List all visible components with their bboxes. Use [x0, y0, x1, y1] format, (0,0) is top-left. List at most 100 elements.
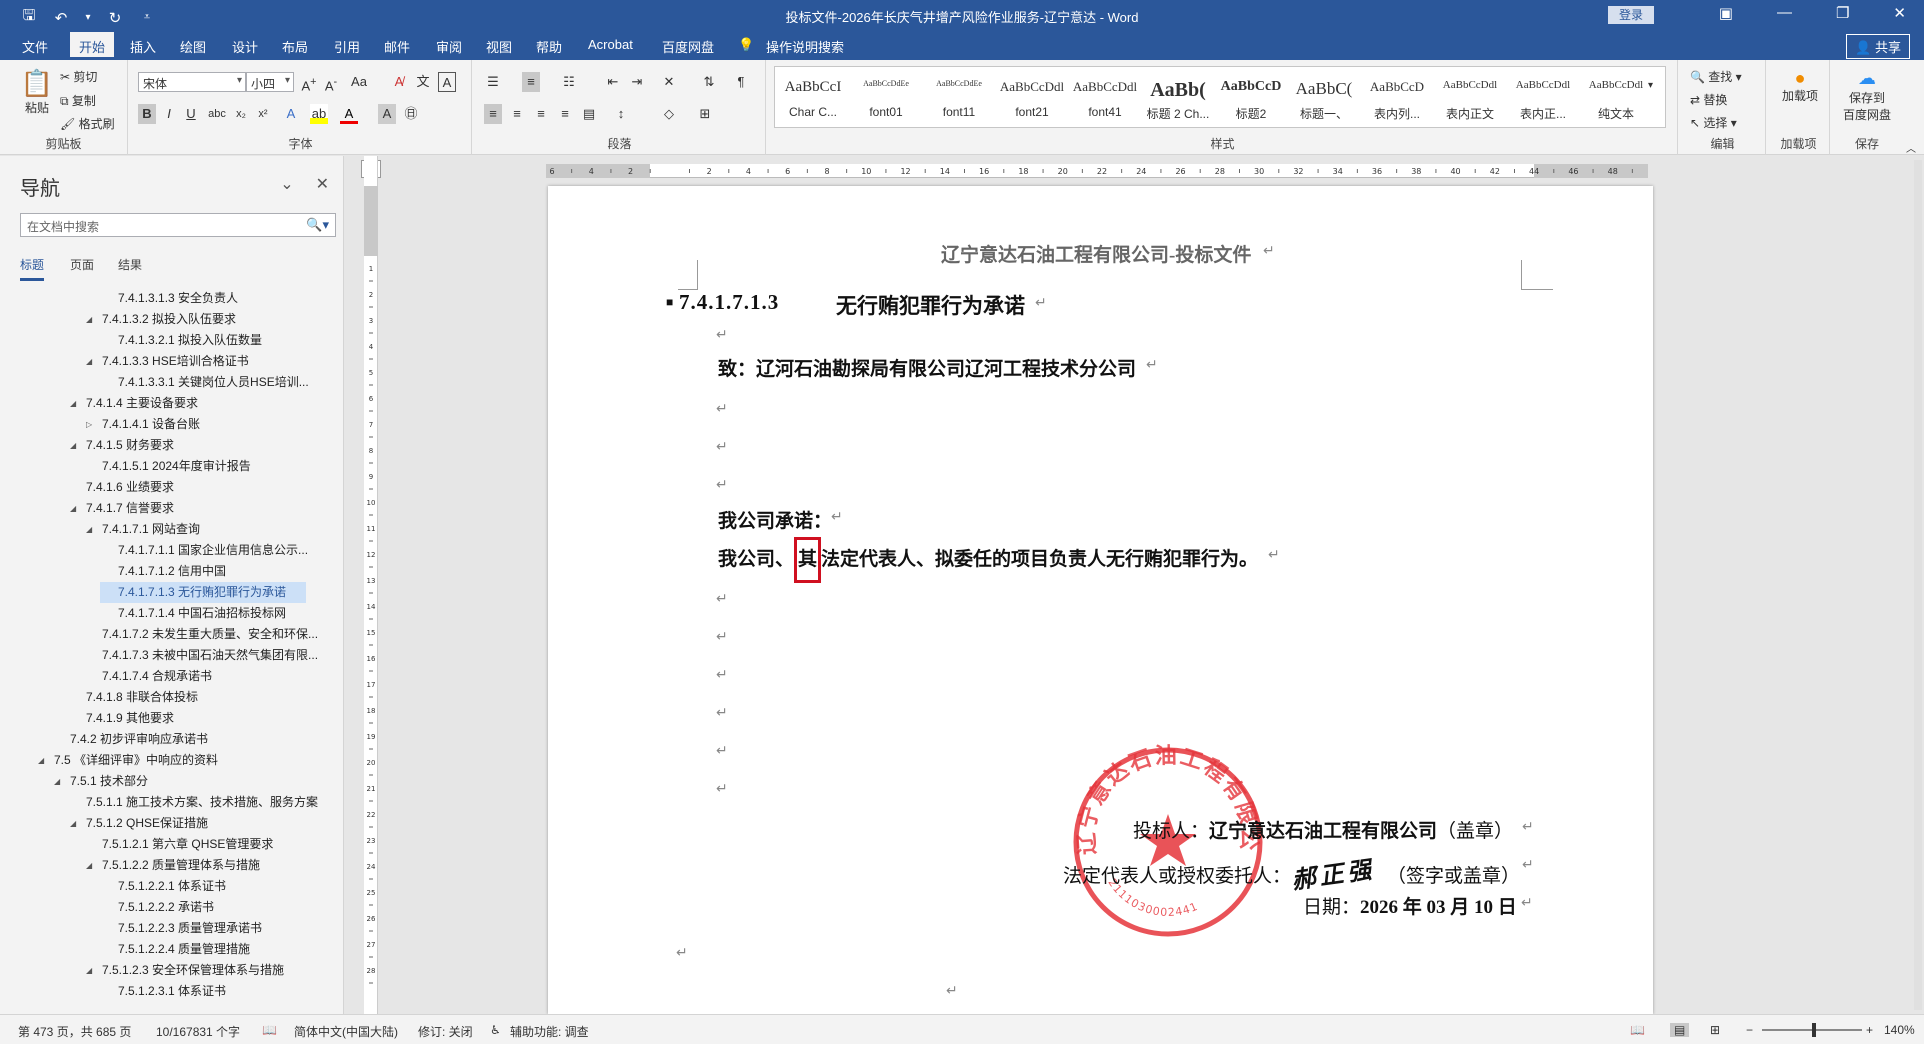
sort-icon[interactable]: ⇅ — [700, 72, 718, 92]
align-center-icon[interactable]: ≡ — [508, 104, 526, 124]
format-painter-button[interactable]: 🖌 格式刷 — [60, 115, 115, 132]
close-icon[interactable]: ✕ — [1893, 4, 1906, 22]
nav-heading-item[interactable]: ◢ 7.4.1.3.3 HSE培训合格证书 — [84, 351, 249, 372]
track-changes[interactable]: 修订: 关闭 — [418, 1023, 473, 1040]
multilevel-list-icon[interactable]: ☷ — [560, 72, 578, 92]
nav-heading-item[interactable]: 7.5.1.2.3.1 体系证书 — [100, 981, 226, 1002]
collapse-arrow-icon[interactable]: ◢ — [86, 309, 92, 330]
print-layout-icon[interactable]: ▤ — [1670, 1023, 1690, 1037]
align-left-icon[interactable]: ≡ — [484, 104, 502, 124]
nav-heading-item[interactable]: 7.4.1.7.4 合规承诺书 — [84, 666, 212, 687]
tab-acrobat[interactable]: Acrobat — [588, 37, 633, 52]
collapse-arrow-icon[interactable]: ◢ — [86, 351, 92, 372]
nav-heading-item[interactable]: 7.5.1.2.2.4 质量管理措施 — [100, 939, 250, 960]
enclose-char-icon[interactable]: ㊐ — [402, 104, 420, 124]
nav-heading-item[interactable]: ◢ 7.4.1.7 信誉要求 — [68, 498, 174, 519]
tab-draw[interactable]: 绘图 — [180, 37, 206, 56]
tab-home[interactable]: 开始 — [70, 32, 115, 60]
font-size-combo[interactable]: 小四 — [246, 72, 294, 92]
doc-scrollbar[interactable] — [1914, 160, 1922, 1010]
addins-button[interactable]: ● 加载项 — [1782, 68, 1818, 103]
accessibility-status[interactable]: 辅助功能: 调查 — [510, 1023, 589, 1040]
nav-scrollbar[interactable] — [323, 288, 333, 1008]
numbering-icon[interactable]: ≡ — [522, 72, 540, 92]
tab-layout[interactable]: 布局 — [282, 37, 308, 56]
bold-icon[interactable]: B — [138, 104, 156, 124]
close-nav-icon[interactable]: ✕ — [316, 174, 329, 194]
style-item[interactable]: AaBb(标题 2 Ch... — [1142, 67, 1214, 127]
nav-heading-item[interactable]: 7.4.1.7.1.1 国家企业信用信息公示... — [100, 540, 308, 561]
restore-icon[interactable]: ❐ — [1836, 4, 1849, 22]
nav-heading-item[interactable]: ◢ 7.4.1.5 财务要求 — [68, 435, 174, 456]
tab-mailings[interactable]: 邮件 — [384, 37, 410, 56]
char-shading-icon[interactable]: A — [378, 104, 396, 124]
nav-heading-item[interactable]: 7.4.1.8 非联合体投标 — [68, 687, 198, 708]
tab-help[interactable]: 帮助 — [536, 37, 562, 56]
collapse-arrow-icon[interactable]: ◢ — [86, 519, 92, 540]
tab-review[interactable]: 审阅 — [436, 37, 462, 56]
paste-button[interactable]: 📋 粘贴 — [20, 68, 54, 116]
increase-indent-icon[interactable]: ⇥ — [628, 72, 646, 92]
style-item[interactable]: AaBbCcDdl font21 — [996, 67, 1068, 127]
nav-heading-item[interactable]: 7.4.1.9 其他要求 — [68, 708, 174, 729]
save-baidu-button[interactable]: ☁ 保存到 百度网盘 — [1836, 68, 1898, 123]
nav-heading-item[interactable]: ◢ 7.4.1.4 主要设备要求 — [68, 393, 198, 414]
align-right-icon[interactable]: ≡ — [532, 104, 550, 124]
collapse-arrow-icon[interactable]: ◢ — [54, 771, 60, 792]
find-button[interactable]: 🔍 查找 ▾ — [1690, 68, 1742, 85]
nav-heading-item[interactable]: 7.4.1.5.1 2024年度审计报告 — [84, 456, 251, 477]
nav-heading-item[interactable]: ◢ 7.4.1.7.1 网站查询 — [84, 519, 200, 540]
tell-me-search[interactable]: 操作说明搜索 — [766, 37, 844, 56]
nav-heading-item[interactable]: ◢ 7.5.1.2.2 质量管理体系与措施 — [84, 855, 260, 876]
bullets-icon[interactable]: ☰ — [484, 72, 502, 92]
nav-tab-pages[interactable]: 页面 — [70, 256, 94, 273]
nav-heading-item[interactable]: 7.4.1.6 业绩要求 — [68, 477, 174, 498]
nav-heading-item[interactable]: 7.5.1.2.2.2 承诺书 — [100, 897, 214, 918]
font-color-icon[interactable]: A — [340, 104, 358, 124]
borders-icon[interactable]: ⊞ — [696, 104, 714, 124]
show-marks-icon[interactable]: ¶ — [732, 72, 750, 92]
style-item[interactable]: AaBbCcDdEe font11 — [923, 67, 995, 127]
char-border-icon[interactable]: A — [438, 72, 456, 92]
decrease-indent-icon[interactable]: ⇤ — [604, 72, 622, 92]
nav-heading-item[interactable]: 7.5.1.2.2.1 体系证书 — [100, 876, 226, 897]
cut-button[interactable]: ✂ 剪切 — [60, 68, 97, 85]
strikethrough-icon[interactable]: abc — [208, 104, 226, 124]
ribbon-display-icon[interactable]: ▣ — [1719, 4, 1733, 22]
zoom-out-icon[interactable]: − — [1746, 1023, 1753, 1037]
style-item[interactable]: AaBbCcDdl 纯文本 — [1580, 67, 1652, 127]
language[interactable]: 简体中文(中国大陆) — [294, 1023, 398, 1040]
nav-heading-item[interactable]: ◢ 7.5.1.2.3 安全环保管理体系与措施 — [84, 960, 284, 981]
line-spacing-icon[interactable]: ↕ — [612, 104, 630, 124]
proofing-icon[interactable]: 📖 — [262, 1023, 277, 1037]
nav-heading-item[interactable]: 7.4.1.3.2.1 拟投入队伍数量 — [100, 330, 262, 351]
tab-view[interactable]: 视图 — [486, 37, 512, 56]
superscript-icon[interactable]: x² — [254, 104, 272, 124]
font-name-combo[interactable]: 宋体 — [138, 72, 246, 92]
chinese-layout-icon[interactable]: ✕ — [660, 72, 678, 92]
justify-icon[interactable]: ≡ — [556, 104, 574, 124]
style-item[interactable]: AaBbCcD 标题2 — [1215, 67, 1287, 127]
nav-heading-item[interactable]: 7.4.1.3.3.1 关键岗位人员HSE培训... — [100, 372, 309, 393]
style-item[interactable]: AaBbCcI Char C... — [777, 67, 849, 127]
nav-heading-item[interactable]: ◢ 7.4.1.3.2 拟投入队伍要求 — [84, 309, 236, 330]
shading-icon[interactable]: ◇ — [660, 104, 678, 124]
nav-heading-item[interactable]: 7.5.1.1 施工技术方案、技术措施、服务方案 — [68, 792, 318, 813]
nav-heading-item[interactable]: ◢ 7.5.1 技术部分 — [52, 771, 148, 792]
collapse-arrow-icon[interactable]: ◢ — [70, 393, 76, 414]
copy-button[interactable]: ⧉ 复制 — [60, 92, 96, 109]
nav-tab-headings[interactable]: 标题 — [20, 256, 45, 281]
grow-font-icon[interactable]: A+ — [300, 72, 318, 93]
highlight-icon[interactable]: ab — [310, 104, 328, 124]
style-item[interactable]: AaBbC(标题一、 — [1288, 67, 1360, 127]
accessibility-icon[interactable]: ♿ — [490, 1023, 501, 1037]
search-icon[interactable]: 🔍▾ — [306, 217, 329, 233]
tab-baidu[interactable]: 百度网盘 — [662, 37, 714, 56]
collapse-arrow-icon[interactable]: ◢ — [86, 855, 92, 876]
nav-heading-item[interactable]: 7.4.1.7.1.3 无行贿犯罪行为承诺 — [100, 582, 306, 603]
horizontal-ruler[interactable]: 6 4 2 2 4 6 8 10 12 14 16 18 20 22 24 26 28 30 32 34 36 38 40 4… — [546, 164, 1648, 178]
web-layout-icon[interactable]: ⊞ — [1710, 1023, 1720, 1037]
zoom-thumb[interactable] — [1812, 1023, 1816, 1037]
expand-arrow-icon[interactable]: ▷ — [86, 414, 92, 435]
read-mode-icon[interactable]: 📖 — [1630, 1023, 1645, 1037]
